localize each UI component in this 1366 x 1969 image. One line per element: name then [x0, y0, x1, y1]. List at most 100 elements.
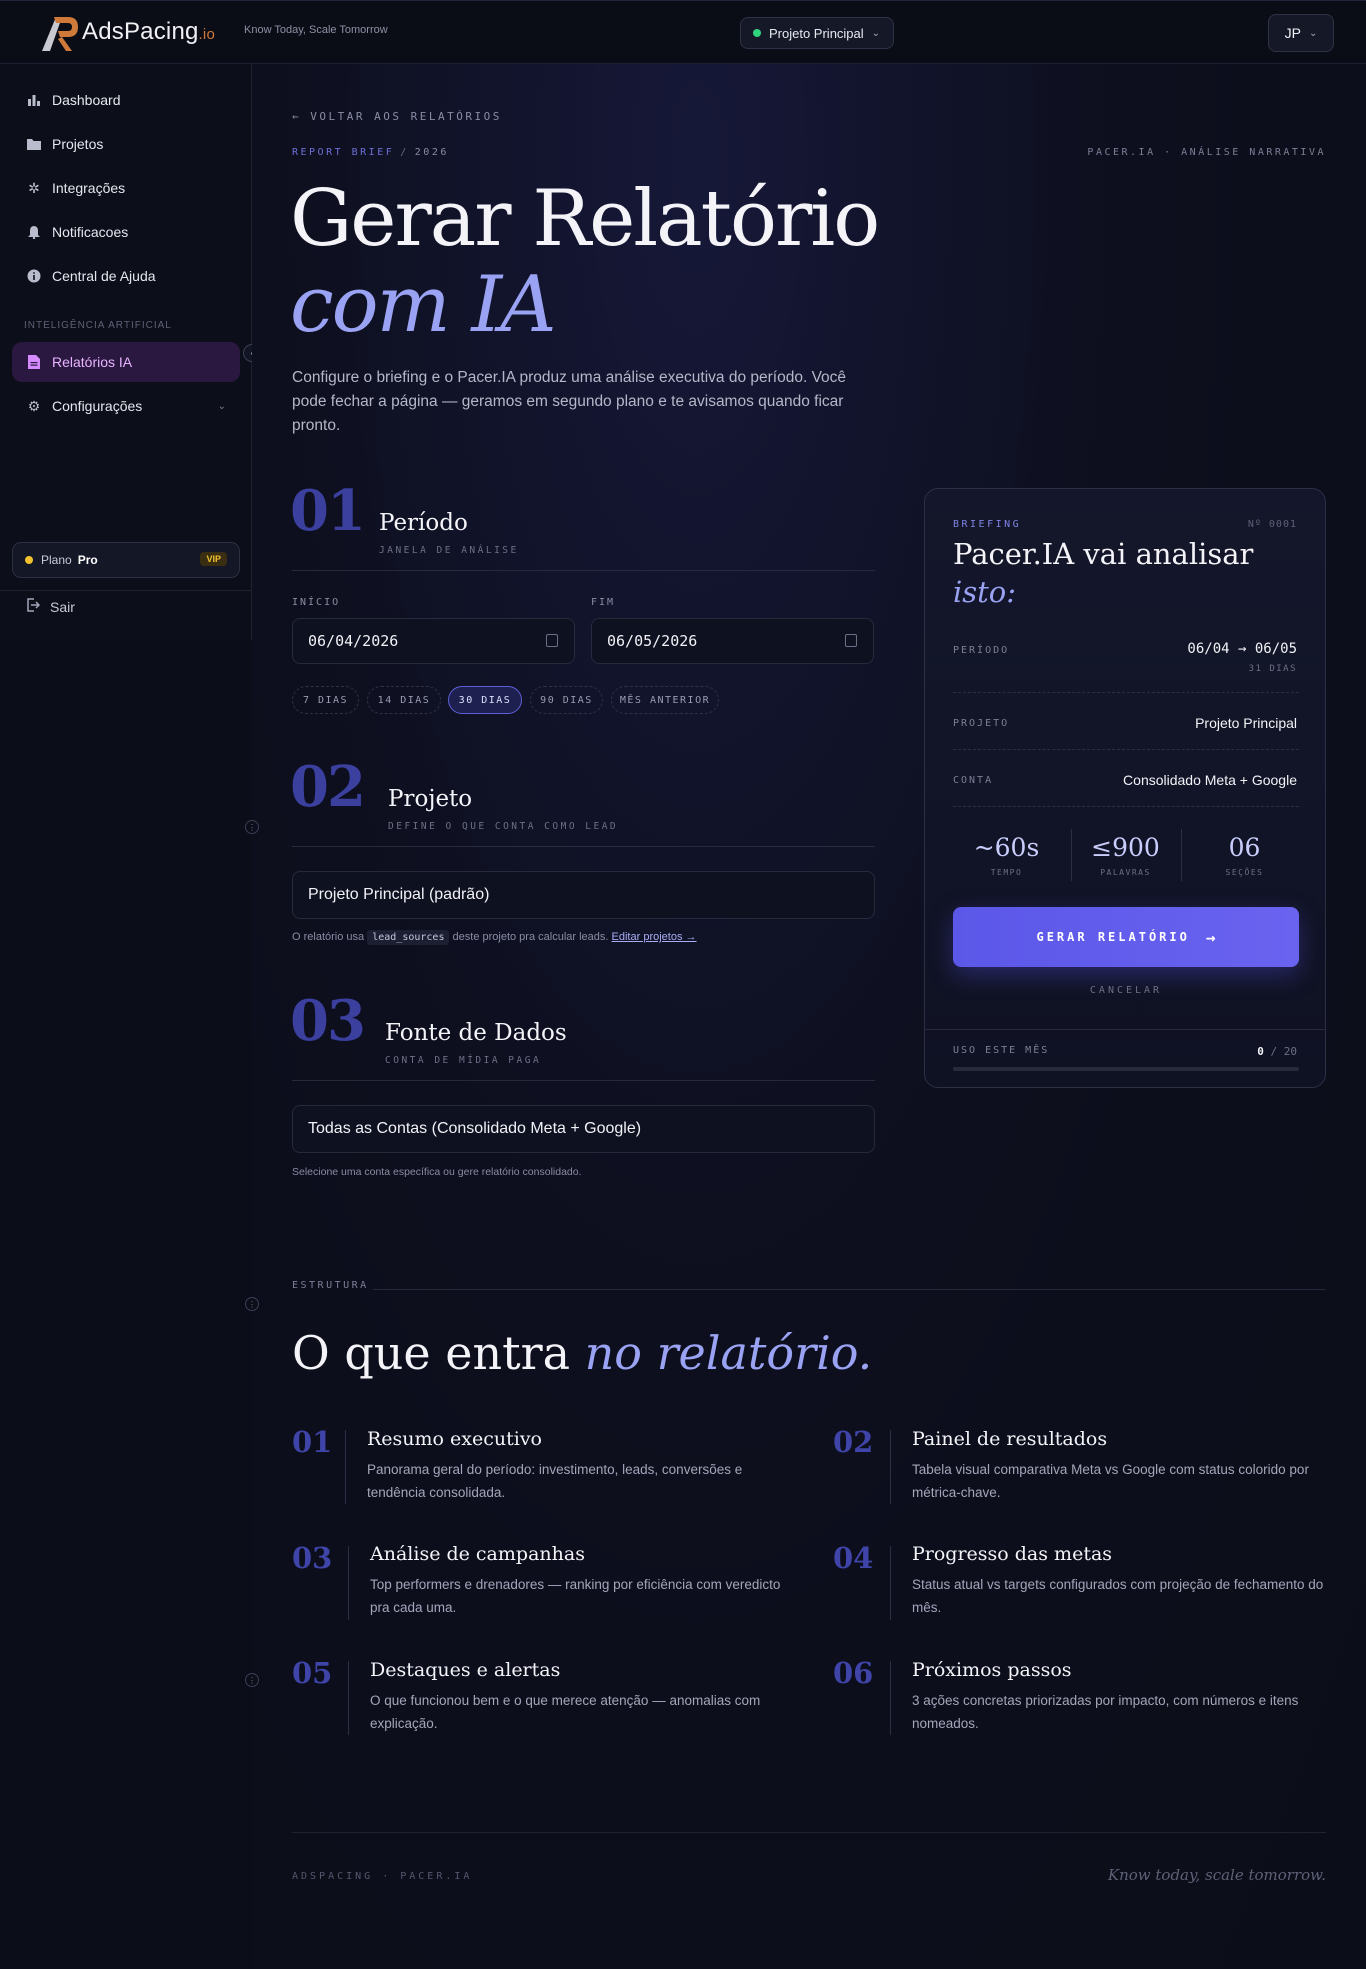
logo[interactable]: AdsPacing.io: [38, 11, 215, 53]
stat-time: ~60s TEMPO: [949, 833, 1064, 877]
cancel-button[interactable]: CANCELAR: [925, 985, 1327, 996]
data-source-help: Selecione uma conta específica ou gere r…: [292, 1166, 582, 1178]
end-date-input[interactable]: 06/05/2026: [591, 618, 874, 664]
section-title: Projeto: [388, 786, 473, 812]
item-description: O que funcionou bem e o que merece atenç…: [370, 1693, 761, 1731]
logout-icon: [26, 598, 41, 615]
sidebar-section-label: INTELIGÊNCIA ARTIFICIAL: [24, 320, 172, 331]
item-number: 04: [833, 1541, 874, 1575]
stat-words: ≤900 PALAVRAS: [1068, 833, 1183, 877]
chevron-down-icon: ⌄: [871, 27, 881, 39]
bar-chart-icon: [26, 92, 42, 108]
briefing-label: BRIEFING: [953, 519, 1022, 530]
drag-handle-icon[interactable]: ⋮: [245, 1673, 259, 1687]
plan-dot: [25, 556, 33, 564]
stat-label: SEÇÕES: [1225, 868, 1264, 877]
range-chip-previous-month[interactable]: MÊS ANTERIOR: [611, 686, 719, 714]
logout-label: Sair: [50, 598, 75, 615]
briefing-account-value: Consolidado Meta + Google: [1123, 772, 1297, 788]
stat-value: ≤900: [1091, 833, 1160, 862]
avatar: JP: [1284, 25, 1301, 41]
section-subtitle: CONTA DE MÍDIA PAGA: [385, 1055, 542, 1066]
start-date-input[interactable]: 06/04/2026: [292, 618, 575, 664]
plan-label: Plano: [41, 553, 72, 567]
item-title: Análise de campanhas: [370, 1543, 585, 1565]
project-selector[interactable]: Projeto Principal ⌄: [740, 17, 894, 49]
stat-label: PALAVRAS: [1100, 868, 1151, 877]
back-link[interactable]: ← VOLTAR AOS RELATÓRIOS: [292, 110, 502, 123]
briefing-card: BRIEFING Nº 0001 Pacer.IA vai analisar i…: [924, 488, 1326, 1088]
section-number: 02: [290, 754, 366, 820]
edit-projects-link[interactable]: Editar projetos →: [612, 931, 697, 943]
briefing-project-label: PROJETO: [953, 718, 1010, 729]
item-divider: [348, 1661, 349, 1735]
sidebar-item-projetos[interactable]: Projetos: [12, 124, 240, 164]
plan-badge[interactable]: Plano Pro VIP: [12, 542, 240, 578]
divider: [0, 590, 252, 591]
plan-name: Pro: [77, 553, 98, 567]
section-title: Período: [379, 510, 468, 536]
briefing-period-days: 31 DIAS: [1248, 664, 1297, 674]
sidebar-item-label: Relatórios IA: [52, 354, 133, 370]
range-chip-90[interactable]: 90 DIAS: [530, 686, 603, 714]
breadcrumb-year: 2026: [414, 147, 449, 158]
item-title: Próximos passos: [912, 1659, 1072, 1681]
sidebar-item-configuracoes[interactable]: ⚙ Configurações ⌄: [12, 386, 240, 426]
status-dot: [753, 29, 761, 37]
header-tag: PACER.IA · ANÁLISE NARRATIVA: [1087, 147, 1326, 158]
sidebar-item-ajuda[interactable]: Central de Ajuda: [12, 256, 240, 296]
divider: [953, 749, 1299, 750]
calendar-icon[interactable]: [546, 634, 558, 647]
sidebar-item-notificacoes[interactable]: Notificacoes: [12, 212, 240, 252]
calendar-icon[interactable]: [845, 634, 857, 647]
breadcrumb-section: REPORT BRIEF: [292, 147, 395, 158]
divider: [292, 846, 875, 847]
item-title: Progresso das metas: [912, 1543, 1113, 1565]
data-source-select[interactable]: Todas as Contas (Consolidado Meta + Goog…: [292, 1105, 875, 1153]
top-bar: AdsPacing.io Know Today, Scale Tomorrow …: [0, 0, 1366, 64]
briefing-period-value: 06/04 → 06/05: [1187, 641, 1297, 657]
arrow-right-icon: →: [1205, 927, 1216, 947]
section-title: Fonte de Dados: [385, 1020, 567, 1046]
item-description: Panorama geral do período: investimento,…: [367, 1462, 743, 1500]
range-chip-14[interactable]: 14 DIAS: [367, 686, 441, 714]
item-divider: [348, 1546, 349, 1620]
sidebar-item-relatorios-ia[interactable]: Relatórios IA: [12, 342, 240, 382]
item-description: 3 ações concretas priorizadas por impact…: [912, 1693, 1299, 1731]
cog-icon: ⚙: [27, 397, 41, 414]
range-chip-30[interactable]: 30 DIAS: [448, 686, 522, 714]
drag-handle-icon[interactable]: ⋮: [245, 820, 259, 834]
project-select[interactable]: Projeto Principal (padrão): [292, 871, 875, 919]
usage-count: 0 / 20: [1257, 1045, 1297, 1058]
user-menu-button[interactable]: JP ⌄: [1268, 14, 1334, 52]
page-description: Configure o briefing e o Pacer.IA produz…: [292, 369, 847, 434]
project-select-value: Projeto Principal (padrão): [308, 886, 490, 903]
chevron-down-icon: ⌄: [217, 400, 226, 412]
sidebar-item-dashboard[interactable]: Dashboard: [12, 80, 240, 120]
usage-used: 0: [1257, 1045, 1264, 1058]
bell-icon: [26, 224, 42, 240]
stat-label: TEMPO: [990, 868, 1023, 877]
section-number: 01: [290, 478, 366, 544]
stat-value: 06: [1228, 833, 1261, 862]
sidebar-item-label: Central de Ajuda: [52, 268, 156, 284]
end-date-value: 06/05/2026: [607, 632, 698, 650]
item-divider: [890, 1546, 891, 1620]
start-date-label: INÍCIO: [292, 597, 341, 608]
structure-title-main: O que entra: [292, 1326, 570, 1380]
structure-label: ESTRUTURA: [292, 1280, 369, 1291]
logout-button[interactable]: Sair: [26, 598, 75, 615]
item-description: Status atual vs targets configurados com…: [912, 1577, 1324, 1615]
divider: [292, 1080, 875, 1081]
footer-tagline: Know today, scale tomorrow.: [1107, 1866, 1326, 1884]
divider: [953, 806, 1299, 807]
stat-sections: 06 SEÇÕES: [1187, 833, 1302, 877]
range-chip-7[interactable]: 7 DIAS: [292, 686, 359, 714]
drag-handle-icon[interactable]: ⋮: [245, 1297, 259, 1311]
structure-title-accent: no relatório.: [584, 1326, 873, 1380]
divider: [292, 1832, 1326, 1833]
chevron-down-icon: ⌄: [1308, 27, 1318, 39]
section-subtitle: DEFINE O QUE CONTA COMO LEAD: [388, 821, 619, 832]
generate-report-button[interactable]: GERAR RELATÓRIO →: [953, 907, 1299, 967]
sidebar-item-integracoes[interactable]: ✲ Integrações: [12, 168, 240, 208]
